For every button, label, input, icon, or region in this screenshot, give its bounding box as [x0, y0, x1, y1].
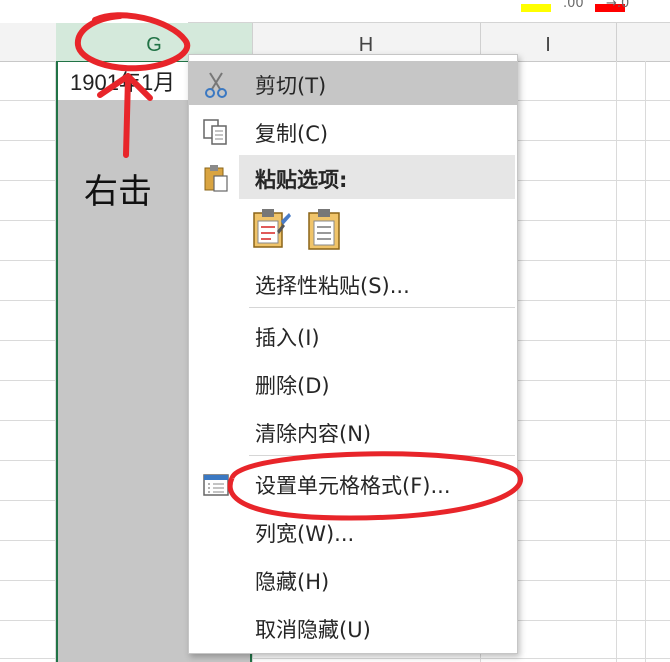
menu-separator: [249, 455, 515, 456]
clipboard-icon: [204, 165, 228, 192]
right-click-annotation: 右击: [84, 172, 152, 212]
decrease-decimal-icon[interactable]: .00: [563, 0, 584, 11]
paste-keep-formatting-icon[interactable]: [251, 207, 291, 253]
menu-item-label: 清除内容(N): [255, 422, 372, 446]
menu-item-hide[interactable]: 隐藏(H): [189, 557, 517, 601]
menu-item-column-width[interactable]: 列宽(W)...: [189, 509, 517, 553]
menu-item-label: 剪切(T): [255, 74, 327, 98]
paste-options-buttons: [251, 207, 371, 255]
menu-item-unhide[interactable]: 取消隐藏(U): [189, 605, 517, 649]
menu-item-paste-special[interactable]: 选择性粘贴(S)...: [189, 261, 517, 305]
paste-values-icon[interactable]: [305, 207, 345, 253]
context-menu: 剪切(T) 复制(C) 粘贴选项: 选择性粘贴(S)... 插入(I) 删除(D…: [188, 54, 518, 654]
copy-icon: [203, 119, 227, 145]
menu-item-copy[interactable]: 复制(C): [189, 109, 517, 153]
menu-item-label: 删除(D): [255, 374, 330, 398]
menu-item-label: 复制(C): [255, 122, 329, 146]
menu-item-label: 取消隐藏(U): [255, 618, 371, 642]
menu-item-cut[interactable]: 剪切(T): [189, 61, 517, 105]
ribbon-fragment: .00 →.0: [188, 0, 670, 23]
menu-section-label: 粘贴选项:: [255, 168, 348, 192]
format-cells-icon: [203, 474, 229, 496]
menu-item-label: 设置单元格格式(F)...: [255, 474, 451, 498]
paste-options-header: 粘贴选项:: [239, 155, 515, 199]
menu-item-label: 隐藏(H): [255, 570, 330, 594]
menu-item-clear-contents[interactable]: 清除内容(N): [189, 409, 517, 453]
menu-item-insert[interactable]: 插入(I): [189, 313, 517, 357]
increase-decimal-icon[interactable]: →.0: [606, 0, 629, 11]
menu-item-label: 列宽(W)...: [255, 522, 355, 546]
gridline: [616, 61, 617, 662]
menu-item-label: 选择性粘贴(S)...: [255, 274, 410, 298]
menu-item-format-cells[interactable]: 设置单元格格式(F)...: [189, 461, 517, 505]
gridline: [645, 61, 646, 662]
fill-color-swatch[interactable]: [521, 4, 551, 12]
scissors-icon: [205, 72, 227, 98]
menu-item-label: 插入(I): [255, 326, 320, 350]
menu-separator: [249, 307, 515, 308]
menu-item-delete[interactable]: 删除(D): [189, 361, 517, 405]
